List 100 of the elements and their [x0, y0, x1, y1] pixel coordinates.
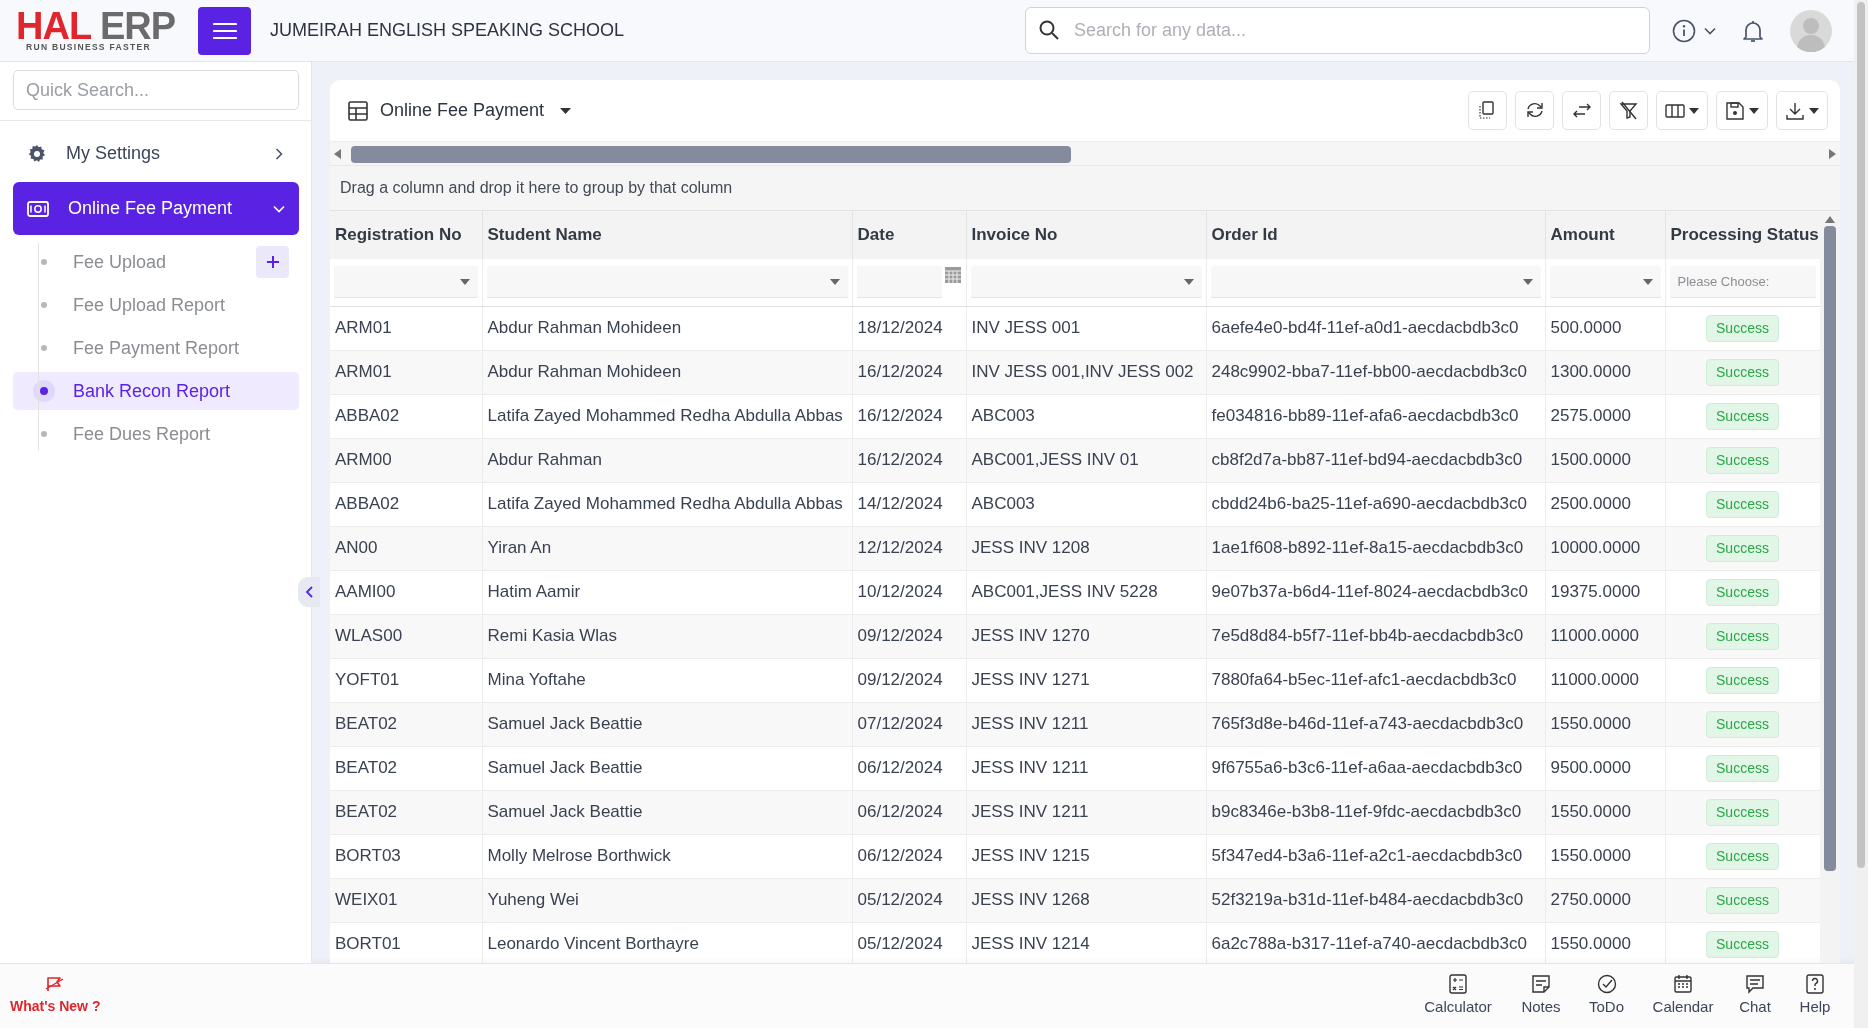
- search-field[interactable]: Search for any data...: [1025, 7, 1650, 54]
- table-cell: Remi Kasia Wlas: [482, 614, 852, 658]
- caret-icon: [1749, 107, 1759, 114]
- toolbar-button[interactable]: [1609, 91, 1648, 130]
- status-badge: Success: [1706, 446, 1779, 474]
- table-cell: 1500.0000: [1545, 438, 1665, 482]
- column-header[interactable]: Invoice No: [966, 211, 1206, 259]
- bullet-icon: [41, 345, 47, 351]
- column-header[interactable]: Amount: [1545, 211, 1665, 259]
- status-badge: Success: [1706, 798, 1779, 826]
- column-header[interactable]: Student Name: [482, 211, 852, 259]
- table-cell: Samuel Jack Beattie: [482, 790, 852, 834]
- status-badge: Success: [1706, 534, 1779, 562]
- footer-tool-button[interactable]: Calculator: [1405, 973, 1511, 1019]
- table-cell: 14/12/2024: [852, 482, 966, 526]
- status-badge: Success: [1706, 314, 1779, 342]
- info-icon: [1672, 18, 1696, 43]
- footer-tool-button[interactable]: Help: [1786, 973, 1844, 1019]
- table-cell: 7880fa64-b5ec-11ef-afc1-aecdacbdb3c0: [1206, 658, 1545, 702]
- table-cell: JESS INV 1208: [966, 526, 1206, 570]
- column-header[interactable]: Registration No: [330, 211, 482, 259]
- table-cell: BEAT02: [330, 702, 482, 746]
- status-badge: Success: [1706, 754, 1779, 782]
- flag-icon: [45, 975, 66, 992]
- table-cell: ABBA02: [330, 394, 482, 438]
- table-cell: BORT03: [330, 834, 482, 878]
- grid-title: Online Fee Payment: [380, 99, 545, 122]
- table-cell: Abdur Rahman Mohideen: [482, 350, 852, 394]
- table-cell: 06/12/2024: [852, 834, 966, 878]
- collapse-button[interactable]: [298, 577, 320, 607]
- info-menu[interactable]: [1672, 18, 1716, 43]
- column-header[interactable]: Processing Status: [1665, 211, 1820, 259]
- horizontal-scrollbar[interactable]: [330, 141, 1840, 166]
- table-cell: BEAT02: [330, 746, 482, 790]
- table-cell: 765f3d8e-b46d-11ef-a743-aecdacbdb3c0: [1206, 702, 1545, 746]
- footer-tool-button[interactable]: Notes: [1511, 973, 1571, 1019]
- vertical-scrollbar[interactable]: [1820, 211, 1840, 963]
- filter-field[interactable]: [486, 266, 848, 299]
- whats-new-button[interactable]: What's New ?: [10, 975, 101, 1017]
- toolbar-button[interactable]: [1656, 91, 1708, 130]
- table-cell: WEIX01: [330, 878, 482, 922]
- filter-field[interactable]: [334, 266, 478, 299]
- table-cell: 09/12/2024: [852, 614, 966, 658]
- add-button[interactable]: [256, 246, 289, 278]
- bullet-icon: [41, 259, 47, 265]
- calendar-icon[interactable]: [943, 266, 962, 285]
- footer-tool-button[interactable]: Calendar: [1642, 973, 1724, 1019]
- table-cell: Hatim Aamir: [482, 570, 852, 614]
- table-icon: [348, 100, 368, 121]
- arrow-left-icon: [334, 148, 341, 159]
- filter-field[interactable]: [970, 266, 1202, 299]
- table-cell: Latifa Zayed Mohammed Redha Abdulla Abbas: [482, 394, 852, 438]
- table-cell: ARM01: [330, 306, 482, 350]
- status-badge: Success: [1706, 490, 1779, 518]
- column-header[interactable]: Date: [852, 211, 966, 259]
- bell-icon[interactable]: [1742, 18, 1764, 43]
- organization-name: JUMEIRAH ENGLISH SPEAKING SCHOOL: [270, 19, 625, 42]
- quick-search-field[interactable]: Quick Search...: [13, 70, 299, 110]
- table-cell: 16/12/2024: [852, 350, 966, 394]
- page-scrollbar[interactable]: [1854, 0, 1868, 1028]
- caret-icon: [1183, 278, 1194, 285]
- filter-field[interactable]: [1549, 266, 1661, 299]
- toolbar-button[interactable]: [1515, 91, 1554, 130]
- arrow-up-icon: [1825, 216, 1835, 223]
- table-cell: 2575.0000: [1545, 394, 1665, 438]
- table-cell: Abdur Rahman Mohideen: [482, 306, 852, 350]
- column-header[interactable]: Order Id: [1206, 211, 1545, 259]
- table-cell: 9500.0000: [1545, 746, 1665, 790]
- filter-field[interactable]: [1210, 266, 1541, 299]
- footer-tool-button[interactable]: ToDo: [1571, 973, 1642, 1019]
- table-cell: BEAT02: [330, 790, 482, 834]
- toolbar-button[interactable]: [1468, 91, 1507, 130]
- table-cell: JESS INV 1271: [966, 658, 1206, 702]
- table-cell: 11000.0000: [1545, 658, 1665, 702]
- table-cell: Yuheng Wei: [482, 878, 852, 922]
- nav-item[interactable]: Online Fee Payment: [13, 182, 299, 235]
- submenu-item[interactable]: Bank Recon Report: [13, 372, 299, 410]
- table-cell: 18/12/2024: [852, 306, 966, 350]
- footer-tool-button[interactable]: Chat: [1724, 973, 1786, 1019]
- table-cell: INV JESS 001,INV JESS 002: [966, 350, 1206, 394]
- status-badge: Success: [1706, 842, 1779, 870]
- logo[interactable]: HAL ERP RUN BUSINESS FASTER: [16, 9, 182, 52]
- nav-item[interactable]: My Settings: [13, 127, 299, 180]
- toolbar-button[interactable]: [1716, 91, 1768, 130]
- arrow-right-icon: [1829, 148, 1836, 159]
- date-filter-field[interactable]: [856, 266, 942, 299]
- help-icon: [1805, 973, 1825, 994]
- table-cell: 9e07b37a-b6d4-11ef-8024-aecdacbdb3c0: [1206, 570, 1545, 614]
- table-cell: ARM01: [330, 350, 482, 394]
- download-icon: [1785, 100, 1805, 121]
- toolbar-button[interactable]: [1562, 91, 1601, 130]
- menu-button[interactable]: [198, 6, 251, 55]
- table-cell: 1550.0000: [1545, 702, 1665, 746]
- status-badge: Success: [1706, 622, 1779, 650]
- money-icon: [27, 200, 49, 217]
- toolbar-button[interactable]: [1776, 91, 1828, 130]
- table-cell: 10/12/2024: [852, 570, 966, 614]
- table-cell: INV JESS 001: [966, 306, 1206, 350]
- table-cell: cbdd24b6-ba25-11ef-a690-aecdacbdb3c0: [1206, 482, 1545, 526]
- chat-icon: [1745, 973, 1765, 994]
